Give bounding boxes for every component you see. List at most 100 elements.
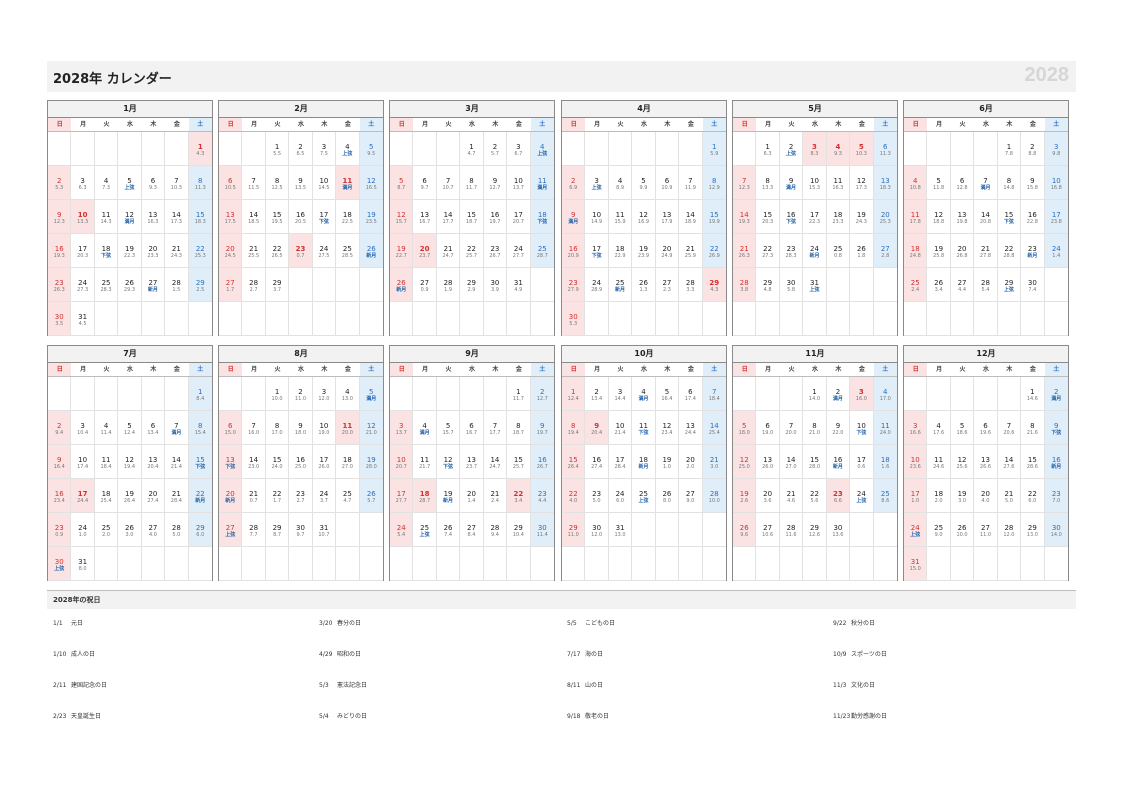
day-cell[interactable]: 28 5.4: [974, 268, 998, 302]
day-cell[interactable]: 22 1.7: [265, 479, 290, 513]
day-cell[interactable]: 8 15.4: [188, 411, 212, 445]
day-cell[interactable]: 8 13.3: [756, 166, 780, 200]
day-cell[interactable]: 5 10.3: [850, 132, 874, 166]
day-cell[interactable]: 24 27.3: [71, 268, 95, 302]
day-cell[interactable]: 10 20.7: [390, 445, 414, 479]
day-cell[interactable]: 22 26.9: [702, 234, 726, 268]
day-cell[interactable]: 28 5.0: [165, 513, 189, 547]
day-cell[interactable]: 20 25.3: [873, 200, 897, 234]
day-cell[interactable]: 2 11.0: [289, 377, 313, 411]
day-cell[interactable]: 12 23.4: [655, 411, 680, 445]
day-cell[interactable]: 8 18.7: [507, 411, 531, 445]
day-cell[interactable]: 6 10.9: [655, 166, 680, 200]
day-cell[interactable]: 4 満月: [413, 411, 437, 445]
day-cell[interactable]: 5 11.8: [927, 166, 951, 200]
day-cell[interactable]: 10 19.0: [312, 411, 337, 445]
day-cell[interactable]: 28 10.0: [702, 479, 726, 513]
day-cell[interactable]: 5 上弦: [118, 166, 142, 200]
day-cell[interactable]: 4 9.3: [826, 132, 851, 166]
day-cell[interactable]: 20 3.6: [756, 479, 780, 513]
day-cell[interactable]: 28 1.5: [165, 268, 189, 302]
day-cell[interactable]: 23 7.0: [1044, 479, 1068, 513]
day-cell[interactable]: 13 16.3: [141, 200, 166, 234]
day-cell[interactable]: 28 7.7: [242, 513, 266, 547]
day-cell[interactable]: 19 1.0: [655, 445, 680, 479]
day-cell[interactable]: 27 上弦: [219, 513, 243, 547]
day-cell[interactable]: 13 18.3: [873, 166, 897, 200]
day-cell[interactable]: 17 20.3: [71, 234, 95, 268]
day-cell[interactable]: 27 新月: [141, 268, 166, 302]
day-cell[interactable]: 1 4.7: [460, 132, 484, 166]
day-cell[interactable]: 4 7.3: [94, 166, 119, 200]
day-cell[interactable]: 11 17.8: [904, 200, 928, 234]
day-cell[interactable]: 7 11.5: [242, 166, 266, 200]
day-cell[interactable]: 12 25.6: [950, 445, 975, 479]
day-cell[interactable]: 9 20.4: [585, 411, 609, 445]
day-cell[interactable]: 19 2.6: [733, 479, 757, 513]
day-cell[interactable]: 16 新月: [1044, 445, 1068, 479]
day-cell[interactable]: 16 20.9: [562, 234, 586, 268]
day-cell[interactable]: 14 25.4: [702, 411, 726, 445]
day-cell[interactable]: 25 2.0: [94, 513, 119, 547]
day-cell[interactable]: 22 27.3: [756, 234, 780, 268]
day-cell[interactable]: 12 18.8: [927, 200, 951, 234]
day-cell[interactable]: 29 2.9: [460, 268, 484, 302]
day-cell[interactable]: 9 満月: [779, 166, 804, 200]
day-cell[interactable]: 20 23.7: [413, 234, 437, 268]
day-cell[interactable]: 18 25.4: [94, 479, 119, 513]
day-cell[interactable]: 9 13.5: [289, 166, 313, 200]
day-cell[interactable]: 24 3.7: [312, 479, 337, 513]
day-cell[interactable]: 8 21.6: [1021, 411, 1045, 445]
day-cell[interactable]: 16 27.4: [585, 445, 609, 479]
day-cell[interactable]: 28 9.4: [483, 513, 508, 547]
day-cell[interactable]: 17 1.0: [904, 479, 928, 513]
day-cell[interactable]: 13 24.4: [679, 411, 703, 445]
day-cell[interactable]: 2 9.4: [48, 411, 72, 445]
day-cell[interactable]: 12 16.5: [359, 166, 383, 200]
day-cell[interactable]: 15 28.0: [803, 445, 827, 479]
day-cell[interactable]: 21 24.3: [165, 234, 189, 268]
day-cell[interactable]: 21 2.4: [483, 479, 508, 513]
day-cell[interactable]: 28 3.8: [733, 268, 757, 302]
day-cell[interactable]: 10 23.6: [904, 445, 928, 479]
day-cell[interactable]: 3 14.4: [608, 377, 633, 411]
day-cell[interactable]: 27 4.4: [950, 268, 975, 302]
day-cell[interactable]: 26 新月: [359, 234, 383, 268]
day-cell[interactable]: 7 11.9: [679, 166, 703, 200]
day-cell[interactable]: 9 18.0: [289, 411, 313, 445]
day-cell[interactable]: 21 28.4: [165, 479, 189, 513]
day-cell[interactable]: 3 10.4: [71, 411, 95, 445]
day-cell[interactable]: 4 10.8: [904, 166, 928, 200]
day-cell[interactable]: 26 3.0: [118, 513, 142, 547]
day-cell[interactable]: 17 26.0: [312, 445, 337, 479]
day-cell[interactable]: 27 9.0: [679, 479, 703, 513]
day-cell[interactable]: 26 10.0: [950, 513, 975, 547]
day-cell[interactable]: 19 25.8: [927, 234, 951, 268]
day-cell[interactable]: 14 27.0: [779, 445, 804, 479]
day-cell[interactable]: 24 27.7: [507, 234, 531, 268]
day-cell[interactable]: 7 18.4: [702, 377, 726, 411]
day-cell[interactable]: 16 22.8: [1021, 200, 1045, 234]
day-cell[interactable]: 30 5.8: [779, 268, 804, 302]
day-cell[interactable]: 29 8.7: [265, 513, 290, 547]
day-cell[interactable]: 21 0.7: [242, 479, 266, 513]
day-cell[interactable]: 30 11.4: [530, 513, 554, 547]
day-cell[interactable]: 25 4.7: [336, 479, 360, 513]
day-cell[interactable]: 12 満月: [118, 200, 142, 234]
day-cell[interactable]: 26 29.3: [118, 268, 142, 302]
day-cell[interactable]: 27 0.9: [413, 268, 437, 302]
day-cell[interactable]: 10 15.3: [803, 166, 827, 200]
day-cell[interactable]: 30 7.4: [1021, 268, 1045, 302]
day-cell[interactable]: 2 6.9: [562, 166, 586, 200]
day-cell[interactable]: 18 22.5: [336, 200, 360, 234]
day-cell[interactable]: 6 17.4: [679, 377, 703, 411]
day-cell[interactable]: 6 9.7: [413, 166, 437, 200]
day-cell[interactable]: 7 満月: [974, 166, 998, 200]
day-cell[interactable]: 26 1.8: [850, 234, 874, 268]
day-cell[interactable]: 26 7.4: [436, 513, 461, 547]
day-cell[interactable]: 15 18.3: [188, 200, 212, 234]
day-cell[interactable]: 23 26.7: [483, 234, 508, 268]
day-cell[interactable]: 18 27.0: [336, 445, 360, 479]
day-cell[interactable]: 16 新月: [826, 445, 851, 479]
day-cell[interactable]: 14 20.8: [974, 200, 998, 234]
